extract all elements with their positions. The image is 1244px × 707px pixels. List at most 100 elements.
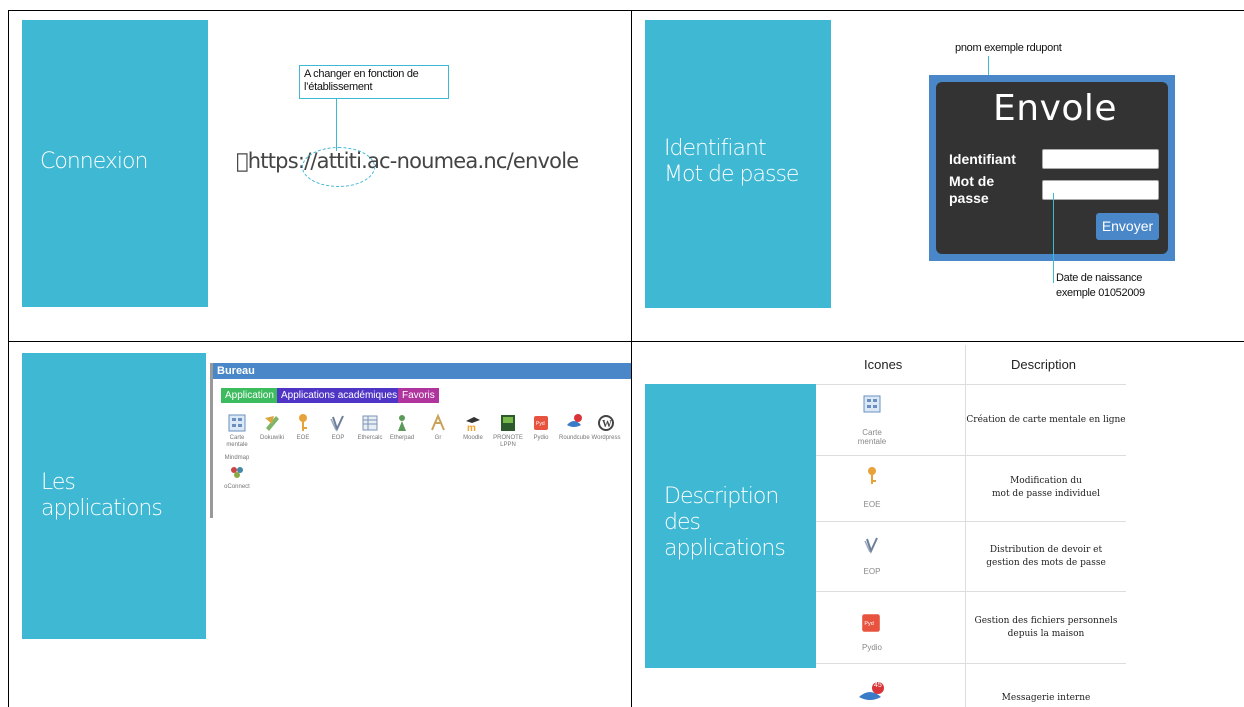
app-label: Dokuwiki: [259, 435, 284, 441]
icon-label: EOE: [863, 500, 881, 509]
app-moodle[interactable]: m Moodle: [458, 413, 488, 442]
grid-line-left: [8, 10, 9, 707]
oconnect-icon: [231, 467, 243, 478]
table-row-divider: [816, 591, 1126, 592]
app-label: Roundcube: [559, 435, 590, 441]
document-page: Connexion A changer en fonction de l’éta…: [0, 0, 1244, 707]
app-label: Carte mentale: [226, 435, 248, 448]
slide-title: Les applications: [41, 470, 163, 521]
app-etherpad[interactable]: Etherpad: [387, 413, 417, 442]
tab-favoris[interactable]: Favoris: [398, 388, 439, 403]
table-header-icons: Icones: [864, 357, 903, 372]
slide-panel: Les applications: [22, 353, 206, 639]
app-label: Pydio: [533, 435, 549, 441]
app-eop[interactable]: EOP: [323, 413, 353, 442]
icon-label: EOP: [863, 567, 881, 576]
grid-line-top: [8, 10, 1244, 11]
callout-connector: [336, 99, 337, 151]
app-label: Ethercalc: [357, 435, 383, 441]
tab-application[interactable]: Application: [221, 388, 278, 403]
svg-text:Pyd: Pyd: [536, 421, 545, 427]
gr-icon: [431, 413, 445, 431]
app-ethercalc[interactable]: Ethercalc: [355, 413, 385, 442]
slide-panel: Identifiant Mot de passe: [645, 20, 831, 308]
app-label-overlap: Mindmap: [224, 455, 250, 461]
login-frame: Envole Identifiant Mot de passe Envoyer: [929, 75, 1175, 261]
slide-title: Connexion: [40, 149, 148, 174]
app-label: Etherpad: [389, 435, 415, 441]
icon-label: Carte mentale: [857, 428, 887, 446]
app-roundcube[interactable]: Roundcube: [559, 413, 590, 442]
bureau-window: Bureau Application Applications académiq…: [210, 363, 631, 518]
bureau-title: Bureau: [213, 363, 631, 379]
roundcube-icon: [859, 682, 884, 700]
pydio-icon: Pyd: [862, 614, 880, 632]
table-row-divider: [816, 384, 1126, 385]
slide-panel: Connexion: [22, 20, 208, 307]
app-pydio[interactable]: Pyd Pydio: [526, 413, 556, 442]
key-icon: [868, 467, 876, 484]
icon-label: Pydio: [861, 643, 882, 652]
note-connector-top: [988, 56, 989, 76]
note-connector-bottom: [1053, 193, 1054, 283]
roundcube-icon: [567, 414, 582, 427]
password-label: Mot de passe: [949, 173, 995, 206]
svg-text:W: W: [602, 419, 612, 430]
moodle-icon: m: [466, 417, 480, 433]
app-eoe[interactable]: EOE: [288, 413, 318, 442]
note-password: Date de naissance exemple 01052009: [1056, 272, 1145, 299]
description-cell: Messagerie interne: [1001, 693, 1091, 703]
table-row-divider: [816, 521, 1126, 522]
login-title: Envole: [993, 88, 1118, 129]
svg-text:Pyd: Pyd: [864, 621, 873, 627]
description-cell: Distribution de devoir et gestion des mo…: [986, 545, 1106, 568]
description-cell: Création de carte mentale en ligne: [966, 415, 1126, 425]
dokuwiki-icon: [265, 416, 279, 431]
mindmap-icon: [228, 414, 246, 432]
svg-text:m: m: [467, 423, 476, 433]
pronote-icon: [501, 415, 515, 431]
app-label: EOE: [296, 435, 310, 441]
table-col-divider: [965, 345, 966, 707]
highlight-oval: [302, 147, 375, 187]
identifiant-label: Identifiant: [949, 151, 1016, 167]
grid-line-center: [631, 10, 632, 707]
app-label: EOP: [331, 435, 345, 441]
callout-note: A changer en fonction de l’établissement: [299, 65, 449, 99]
table-header-description: Description: [1011, 357, 1077, 372]
eop-icon: [864, 537, 878, 554]
table-row-divider: [816, 663, 1126, 664]
note-identifiant: pnom exemple rdupont: [955, 42, 1062, 54]
slide-panel: Description des applications: [645, 384, 816, 668]
tab-applications-academiques[interactable]: Applications académiques: [277, 388, 402, 403]
description-cell: Modification du mot de passe individuel: [992, 476, 1100, 499]
login-url[interactable]: https://attiti.ac-noumea.nc/envole: [236, 149, 579, 173]
app-label: Wordpress: [591, 435, 621, 441]
envoyer-button[interactable]: Envoyer: [1096, 213, 1159, 240]
app-label: PRONOTE LPPN: [493, 435, 523, 448]
wordpress-icon: W: [598, 415, 614, 431]
app-gr[interactable]: Gr: [423, 413, 453, 442]
slide-title: Description des applications: [664, 484, 786, 561]
app-label: Moodle: [463, 435, 483, 441]
app-label: oConnect: [224, 484, 250, 490]
grid-line-middle: [8, 341, 1244, 342]
slide-title: Identifiant Mot de passe: [664, 136, 799, 187]
etherpad-icon: [398, 415, 406, 431]
eop-icon: [330, 415, 344, 432]
identifiant-input[interactable]: [1042, 149, 1159, 169]
unread-badge: 45: [874, 682, 882, 689]
login-panel: Envole Identifiant Mot de passe Envoyer: [936, 82, 1168, 254]
app-pronote[interactable]: PRONOTE LPPN: [493, 413, 523, 449]
table-row-divider: [816, 455, 1126, 456]
password-input[interactable]: [1042, 180, 1159, 200]
spreadsheet-icon: [362, 415, 378, 431]
app-carte-mentale[interactable]: Carte mentale: [222, 413, 252, 449]
app-dokuwiki[interactable]: Dokuwiki: [257, 413, 287, 442]
app-oconnect[interactable]: Mindmap oConnect: [222, 453, 252, 491]
description-cell: Gestion des fichiers personnels depuis l…: [974, 616, 1118, 639]
key-icon: [299, 414, 307, 431]
app-wordpress[interactable]: W Wordpress: [591, 413, 621, 442]
mindmap-icon: [863, 395, 881, 413]
app-label: Gr: [434, 435, 442, 441]
